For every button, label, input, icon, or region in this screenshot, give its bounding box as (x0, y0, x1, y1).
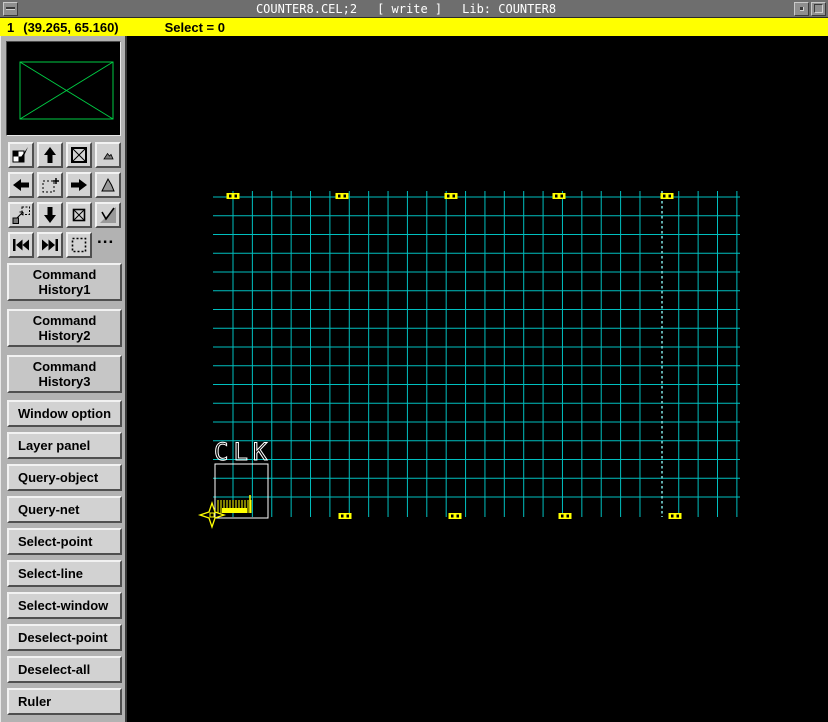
zoom-window-button[interactable] (37, 172, 63, 198)
layout-drawing: CLK (197, 191, 740, 530)
document-name: COUNTER8.CEL;2 (255, 1, 358, 16)
minimize-button[interactable] (794, 1, 809, 16)
selection-box-button[interactable] (66, 232, 92, 258)
pin-marker[interactable] (335, 193, 349, 199)
zoom-select-button[interactable] (95, 202, 121, 228)
zoom-fit-icon (71, 147, 87, 163)
statusbar: 1 (39.265, 65.160) Select = 0 (0, 18, 828, 36)
first-view-icon (13, 239, 29, 251)
select-window-button[interactable]: Select-window (7, 592, 122, 619)
pin-marker[interactable] (338, 513, 352, 519)
window-menu-button[interactable] (3, 1, 18, 16)
pan-down-icon (44, 207, 56, 223)
clk-pin-hatch[interactable] (217, 495, 252, 513)
pin-marker[interactable] (552, 193, 566, 199)
pin-marker[interactable] (444, 193, 458, 199)
query-object-button[interactable]: Query-object (7, 464, 122, 491)
pan-down-button[interactable] (37, 202, 63, 228)
pan-left-icon (13, 179, 29, 191)
command-history-2-button[interactable]: Command History2 (7, 309, 122, 347)
pin-marker[interactable] (558, 513, 572, 519)
selection-box-icon (71, 237, 87, 253)
select-point-button[interactable]: Select-point (7, 528, 122, 555)
maximize-button[interactable] (811, 1, 826, 16)
deselect-all-button[interactable]: Deselect-all (7, 656, 122, 683)
window-number: 1 (7, 19, 15, 35)
selection-count: Select = 0 (164, 19, 225, 35)
titlebar: COUNTER8.CEL;2 [ write ] Lib: COUNTER8 (0, 0, 828, 18)
pin-marker[interactable] (668, 513, 682, 519)
library-name: Lib: COUNTER8 (462, 1, 557, 16)
zoom-in-button[interactable] (95, 172, 121, 198)
zoom-select-icon (100, 207, 116, 223)
select-line-button[interactable]: Select-line (7, 560, 122, 587)
tool-sidebar: ... Command History1 Command History2 Comm… (0, 36, 127, 722)
pin-marker[interactable] (448, 513, 462, 519)
overview-extent-box (19, 61, 114, 120)
zoom-in-icon (101, 177, 115, 192)
next-view-button[interactable] (37, 232, 63, 258)
zoom-fit-selected-button[interactable] (66, 202, 92, 228)
layout-canvas[interactable]: CLK (127, 36, 828, 722)
first-view-button[interactable] (8, 232, 34, 258)
minimize-icon (799, 6, 804, 11)
write-mode-badge: [ write ] (377, 1, 443, 16)
pan-up-icon (44, 147, 56, 163)
zoom-out-button[interactable] (95, 142, 121, 168)
previous-view-button[interactable] (8, 202, 34, 228)
query-net-button[interactable]: Query-net (7, 496, 122, 523)
layer-panel-button[interactable]: Layer panel (7, 432, 122, 459)
deselect-point-button[interactable]: Deselect-point (7, 624, 122, 651)
pan-up-button[interactable] (37, 142, 63, 168)
zoom-window-icon (42, 178, 59, 193)
zoom-fit-selected-icon (72, 208, 86, 222)
zoom-out-icon (103, 152, 114, 160)
window-menu-icon (6, 7, 15, 10)
cursor-coordinates: (39.265, 65.160) (23, 19, 119, 35)
maximize-icon (814, 4, 823, 13)
zoom-fit-button[interactable] (66, 142, 92, 168)
grid-horizontal-lines (213, 196, 740, 498)
previous-view-icon (12, 206, 30, 224)
overview-panel[interactable] (6, 41, 121, 136)
window-title: COUNTER8.CEL;2 [ write ] Lib: COUNTER8 (18, 2, 794, 16)
pan-right-icon (71, 179, 87, 191)
redraw-button[interactable] (8, 142, 34, 168)
origin-cursor-icon (197, 500, 227, 530)
command-history-1-button[interactable]: Command History1 (7, 263, 122, 301)
pan-right-button[interactable] (66, 172, 92, 198)
clk-cell-label: CLK (214, 438, 272, 466)
window-option-button[interactable]: Window option (7, 400, 122, 427)
next-view-icon (42, 239, 58, 251)
command-history-3-button[interactable]: Command History3 (7, 355, 122, 393)
ruler-button[interactable]: Ruler (7, 688, 122, 715)
more-options[interactable]: ... (97, 229, 114, 246)
pin-marker[interactable] (660, 193, 674, 199)
pin-marker[interactable] (226, 193, 240, 199)
redraw-icon (12, 147, 28, 163)
pan-left-button[interactable] (8, 172, 34, 198)
application-window: COUNTER8.CEL;2 [ write ] Lib: COUNTER8 1 (… (0, 0, 828, 722)
